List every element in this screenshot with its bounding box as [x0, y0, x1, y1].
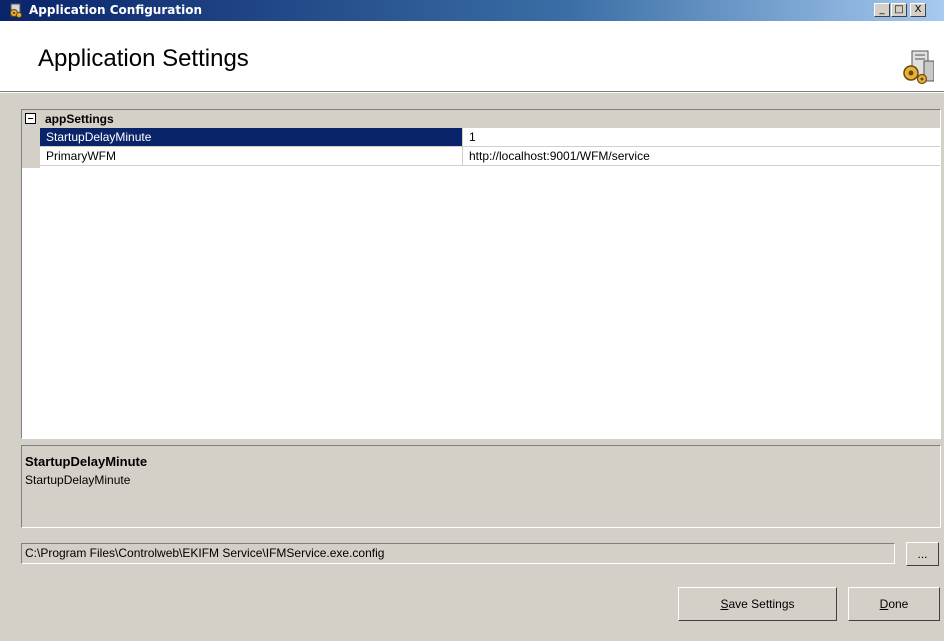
page-title: Application Settings — [38, 45, 249, 72]
category-label: appSettings — [45, 112, 114, 126]
maximize-icon: □ — [894, 4, 904, 15]
category-appsettings[interactable]: appSettings — [22, 110, 940, 128]
description-title: StartupDelayMinute — [25, 454, 148, 469]
title-bar[interactable]: Application Configuration _ □ X — [0, 0, 944, 21]
save-label: ave Settings — [728, 597, 795, 611]
close-button[interactable]: X — [910, 3, 926, 17]
property-name[interactable]: StartupDelayMinute — [40, 128, 463, 146]
save-settings-button[interactable]: Save Settings — [678, 587, 837, 621]
property-row-primarywfm[interactable]: PrimaryWFM http://localhost:9001/WFM/ser… — [40, 147, 940, 166]
collapse-toggle-icon[interactable] — [25, 113, 36, 124]
description-text: StartupDelayMinute — [25, 473, 131, 487]
minimize-button[interactable]: _ — [874, 3, 890, 17]
browse-button[interactable]: ... — [906, 542, 939, 566]
property-row-startupdelayminute[interactable]: StartupDelayMinute 1 — [40, 128, 940, 147]
header-divider — [0, 92, 944, 93]
header-panel: Application Settings — [0, 21, 944, 92]
grid-gutter — [22, 128, 40, 168]
window-title: Application Configuration — [29, 3, 202, 17]
close-icon: X — [914, 4, 922, 15]
done-button[interactable]: Done — [848, 587, 940, 621]
config-path-field[interactable]: C:\Program Files\Controlweb\EKIFM Servic… — [21, 543, 895, 564]
config-app-icon — [10, 3, 22, 18]
property-grid[interactable]: appSettings StartupDelayMinute 1 Primary… — [21, 109, 941, 439]
app-config-window: Application Configuration _ □ X Applicat… — [0, 0, 944, 641]
description-panel: StartupDelayMinute StartupDelayMinute — [21, 445, 941, 528]
minimize-icon: _ — [879, 4, 885, 15]
maximize-button[interactable]: □ — [891, 3, 907, 17]
property-name[interactable]: PrimaryWFM — [40, 147, 463, 165]
property-value[interactable]: 1 — [464, 128, 940, 146]
config-settings-icon — [903, 50, 934, 85]
done-mnemonic: D — [879, 597, 889, 611]
done-label: one — [888, 597, 909, 611]
property-value[interactable]: http://localhost:9001/WFM/service — [464, 147, 940, 165]
